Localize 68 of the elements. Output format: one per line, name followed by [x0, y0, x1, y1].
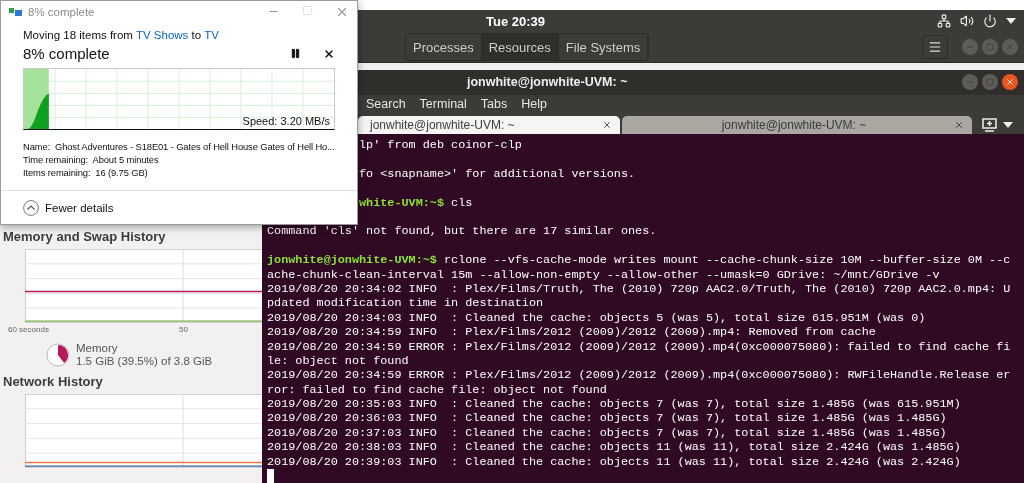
- view-tab[interactable]: Processes: [406, 34, 482, 60]
- terminal-prompt: white-UVM:~$: [359, 195, 444, 210]
- pause-button[interactable]: [290, 48, 301, 59]
- detail-line: Name: Ghost Adventures - S18E01 - Gates of Hell House Gates of Hell Ho...: [23, 140, 335, 153]
- power-icon[interactable]: [983, 14, 997, 28]
- close-icon: [1005, 77, 1015, 88]
- terminal-output: pdated modification time in destination: [267, 296, 544, 311]
- terminal-output: 2019/08/20 20:34:59 ERROR : Plex/Films/2012 (2009)/2012 (2009).mp4(0xc000075080): failed to find cache fi: [267, 339, 1011, 354]
- menu-item[interactable]: Tabs: [480, 97, 508, 112]
- window-title: 8% complete: [28, 6, 95, 18]
- speed-curve-drawing: [28, 93, 49, 129]
- axis-label: 60 seconds: [8, 325, 49, 334]
- destination-link[interactable]: TV: [204, 29, 219, 41]
- source-link[interactable]: TV Shows: [135, 29, 189, 41]
- terminal-output: fo <snapname>' for additional versions.: [359, 166, 636, 182]
- caret-icon[interactable]: [1006, 18, 1016, 24]
- terminal-output: 2019/08/20 20:37:03 INFO : Cleaned the cache: objects 7 (was 7), total size 1.485G (was 1.485G): [267, 425, 947, 441]
- volume-icon[interactable]: [960, 14, 974, 28]
- chevron-up-icon: [23, 199, 39, 216]
- square-icon: [986, 43, 994, 51]
- fewer-details-button[interactable]: Fewer details: [23, 199, 114, 216]
- clock[interactable]: Tue 20:39: [486, 13, 545, 29]
- terminal-command: cls: [451, 195, 473, 210]
- terminal-output: 2019/08/20 20:38:03 INFO : Cleaned the cache: objects 11 (was 11), total size 2.424G (was 1.485G): [267, 440, 961, 455]
- menu-icon: [928, 40, 942, 54]
- detail-line: Items remaining: 16 (9.75 GB): [23, 166, 148, 179]
- menu-item[interactable]: Help: [521, 97, 547, 112]
- detail-line: Time remaining: About 5 minutes: [23, 153, 159, 166]
- menu-item[interactable]: Terminal: [419, 97, 467, 112]
- terminal-tab[interactable]: jonwhite@jonwhite-UVM: ~: [622, 116, 972, 135]
- terminal-command: rclone --vfs-cache-mode writes mount --cache-chunk-size 10M --buffer-size 0M --c: [444, 253, 1011, 268]
- menu-button[interactable]: [922, 35, 948, 59]
- close-icon: [1005, 42, 1015, 52]
- section-title: Network History: [3, 374, 103, 390]
- section-title: Memory and Swap History: [3, 229, 166, 245]
- terminal-output: Command 'cls' not found, but there are 17 similar ones.: [267, 224, 657, 239]
- transfer-message: Moving 18 items from TV Shows to TV: [23, 29, 220, 41]
- terminal-output: 2019/08/20 20:36:03 INFO : Cleaned the cache: objects 7 (was 7), total size 1.485G (was 1.485G): [267, 411, 947, 426]
- network-icon[interactable]: [937, 14, 951, 28]
- terminal-output: 2019/08/20 20:34:02 INFO : Plex/Films/Truth, The (2010) 720p AAC2.0/Truth, The (2010) 720p AAC2.0.mp4: U: [267, 281, 1011, 297]
- terminal-output: le: object not found: [267, 353, 409, 369]
- view-tab[interactable]: Resources: [481, 34, 559, 60]
- terminal-prompt: jonwhite@jonwhite-UVM:~$: [267, 253, 437, 268]
- memory-label: Memory: [76, 342, 119, 355]
- close-tab-icon[interactable]: [602, 120, 612, 131]
- caret-icon[interactable]: [1003, 122, 1013, 129]
- close-button[interactable]: [1002, 74, 1018, 91]
- window-title: jonwhite@jonwhite-UVM: ~: [467, 75, 628, 90]
- square-icon: [986, 78, 994, 87]
- copy-icon: [9, 7, 23, 17]
- terminal-output: 2019/08/20 20:35:03 INFO : Cleaned the cache: objects 7 (was 7), total size 1.485G (was 615.951M): [267, 397, 961, 412]
- close-tab-icon[interactable]: [954, 120, 964, 131]
- speed-label: Speed: 3.20 MB/s: [242, 115, 330, 127]
- terminal-output: 2019/08/20 20:34:59 ERROR : Plex/Films/2012 (2009)/2012 (2009).mp4(0xc000075080): RWFileHandle.Release er: [267, 368, 1011, 383]
- new-tab-icon[interactable]: [982, 118, 997, 133]
- terminal-output: 2019/08/20 20:34:03 INFO : Cleaned the cache: objects 5 (was 5), total size 615.951M (was 0): [267, 310, 926, 326]
- terminal-output: 2019/08/20 20:39:03 INFO : Cleaned the cache: objects 11 (was 11), total size 2.424G (was 2.424G): [267, 454, 961, 469]
- axis-label: 50: [179, 325, 188, 334]
- menu-item[interactable]: Search: [366, 97, 406, 112]
- memory-value: 1.5 GiB (39.5%) of 3.8 GiB: [76, 355, 213, 368]
- terminal-output: ache-chunk-clean-interval 15m --allow-non-empty --allow-other --umask=0 GDrive: ~/mnt/GDrive -v: [267, 267, 940, 282]
- terminal-tab[interactable]: jonwhite@jonwhite-UVM: ~: [358, 116, 620, 135]
- progress-heading: 8% complete: [23, 45, 110, 62]
- terminal-output: 2019/08/20 20:34:59 INFO : Plex/Films/2012 (2009)/2012 (2009).mp4: Removed from cache: [267, 325, 876, 340]
- terminal-output: ror: failed to find cache file: object not found: [267, 382, 607, 398]
- text-cursor: [267, 469, 274, 483]
- terminal-output: lp' from deb coinor-clp: [359, 138, 522, 153]
- cancel-button[interactable]: [323, 47, 335, 60]
